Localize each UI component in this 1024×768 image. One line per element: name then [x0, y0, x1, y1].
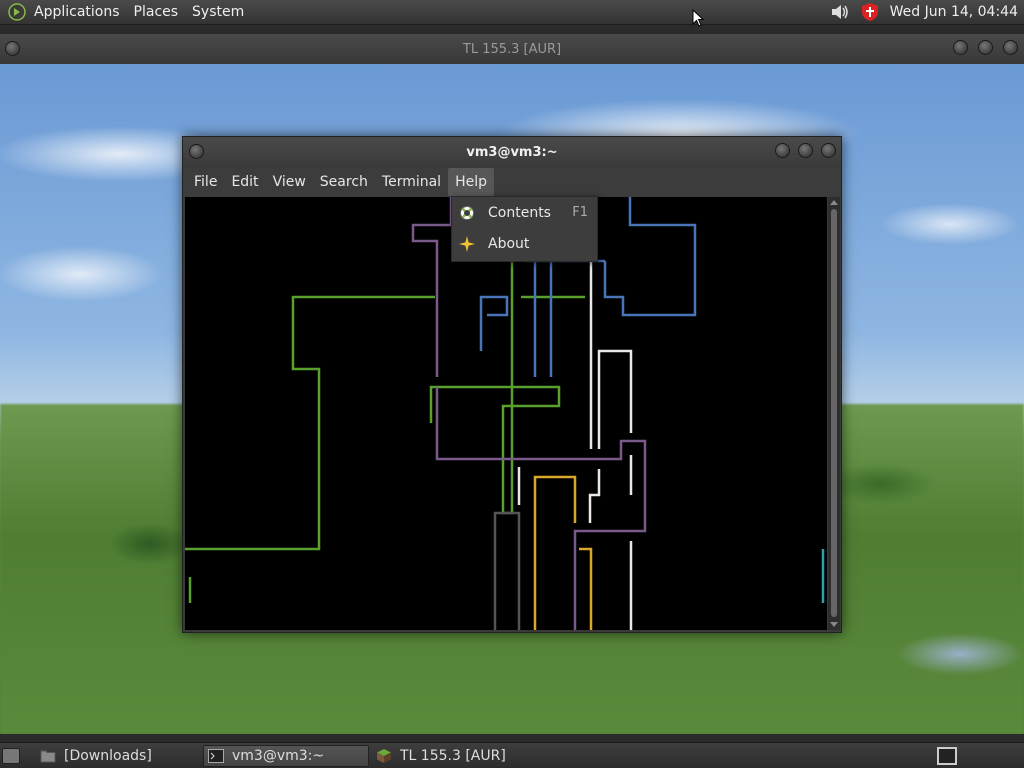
pipe-green-1: [185, 295, 435, 551]
pipe-gray-1: [493, 511, 521, 630]
terminal-scrollbar[interactable]: [828, 197, 840, 630]
minimize-button[interactable]: [953, 40, 968, 55]
menu-search[interactable]: Search: [313, 168, 375, 196]
taskbar-label-minecraft: TL 155.3 [AUR]: [400, 748, 506, 764]
minecraft-block-icon: [377, 749, 391, 763]
menu-item-contents[interactable]: Contents F1: [452, 197, 597, 228]
taskbar-label-terminal: vm3@vm3:~: [232, 748, 325, 764]
menu-edit[interactable]: Edit: [224, 168, 265, 196]
help-dropdown-menu: Contents F1 About: [451, 196, 598, 262]
top-panel: Applications Places System Wed Jun 14, 0…: [0, 0, 1024, 25]
menu-view[interactable]: View: [266, 168, 313, 196]
pipe-white-5: [588, 469, 601, 523]
security-shield-icon[interactable]: [860, 2, 880, 22]
scroll-up-arrow-icon[interactable]: [830, 200, 838, 205]
top-panel-tray: Wed Jun 14, 04:44: [830, 2, 1024, 22]
maximize-button[interactable]: [978, 40, 993, 55]
system-menu[interactable]: System: [192, 4, 244, 20]
pipe-blue-2: [479, 295, 509, 351]
terminal-icon: [208, 749, 224, 763]
about-label: About: [488, 235, 530, 252]
top-menu: Applications Places System: [34, 4, 244, 20]
bottom-panel: [Downloads] vm3@vm3:~ TL 155.3 [AUR]: [0, 742, 1024, 768]
contents-label: Contents: [488, 204, 551, 221]
terminal-window-menu-button[interactable]: [189, 144, 204, 159]
terminal-minimize-button[interactable]: [775, 143, 790, 158]
close-button[interactable]: [1003, 40, 1018, 55]
mouse-cursor-icon: [692, 9, 704, 27]
terminal-menubar: File Edit View Search Terminal Help: [183, 167, 841, 197]
menu-help[interactable]: Help: [448, 168, 494, 196]
workspace-switcher[interactable]: [937, 747, 957, 765]
contents-shortcut: F1: [572, 205, 588, 220]
menu-terminal[interactable]: Terminal: [375, 168, 448, 196]
applications-menu[interactable]: Applications: [34, 4, 120, 20]
places-menu[interactable]: Places: [134, 4, 179, 20]
pipe-yellow-1: [533, 475, 577, 630]
taskbar-label-downloads: [Downloads]: [64, 748, 152, 764]
show-desktop-button[interactable]: [2, 748, 20, 764]
taskbar-item-minecraft[interactable]: TL 155.3 [AUR]: [376, 745, 576, 767]
background-window-titlebar[interactable]: TL 155.3 [AUR]: [0, 34, 1024, 65]
pipe-purple-2: [435, 387, 647, 630]
terminal-maximize-button[interactable]: [798, 143, 813, 158]
background-window-title: TL 155.3 [AUR]: [462, 41, 562, 57]
clock[interactable]: Wed Jun 14, 04:44: [890, 4, 1018, 20]
menu-item-about[interactable]: About: [452, 228, 597, 259]
pipe-green-2: [429, 257, 561, 515]
window-menu-button[interactable]: [5, 41, 20, 56]
pipe-blue-1: [603, 197, 697, 317]
pipe-white-2: [597, 349, 633, 449]
terminal-titlebar[interactable]: vm3@vm3:~: [183, 137, 841, 167]
pipe-purple-1: [411, 197, 453, 377]
taskbar-item-terminal[interactable]: vm3@vm3:~: [203, 745, 369, 767]
terminal-title: vm3@vm3:~: [466, 144, 558, 160]
applications-logo-icon[interactable]: [8, 3, 26, 21]
star-icon: [458, 235, 476, 253]
folder-icon: [40, 750, 56, 763]
scrollbar-thumb[interactable]: [831, 209, 837, 617]
volume-icon[interactable]: [830, 3, 850, 21]
scroll-down-arrow-icon[interactable]: [830, 622, 838, 627]
pipe-yellow-2: [579, 547, 593, 630]
terminal-close-button[interactable]: [821, 143, 836, 158]
lifebuoy-icon: [458, 204, 476, 222]
menu-file[interactable]: File: [187, 168, 224, 196]
taskbar-item-downloads[interactable]: [Downloads]: [40, 745, 200, 767]
